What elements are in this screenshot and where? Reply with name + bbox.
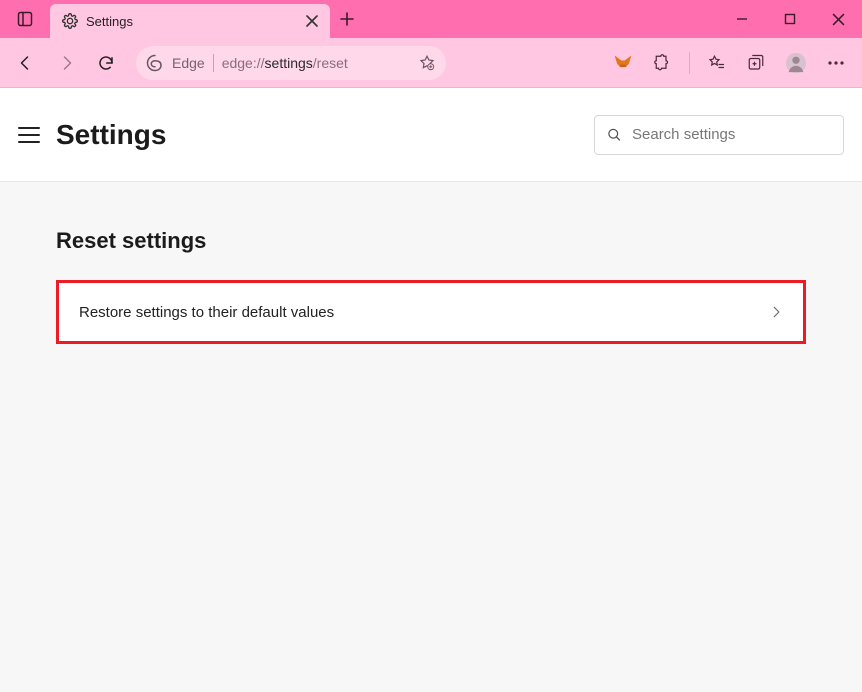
browser-tab[interactable]: Settings — [50, 4, 330, 38]
back-button[interactable] — [8, 45, 44, 81]
profile-button[interactable] — [778, 45, 814, 81]
close-window-button[interactable] — [814, 0, 862, 38]
star-plus-icon — [418, 54, 436, 72]
ellipsis-icon — [827, 60, 845, 66]
extensions-button[interactable] — [645, 45, 681, 81]
page-header: Settings — [0, 88, 862, 182]
restore-defaults-label: Restore settings to their default values — [79, 304, 334, 321]
arrow-left-icon — [17, 54, 35, 72]
url-suffix: /reset — [313, 55, 348, 71]
tab-close-button[interactable] — [306, 15, 318, 27]
address-brand: Edge — [172, 55, 205, 71]
arrow-right-icon — [57, 54, 75, 72]
window-controls — [718, 0, 862, 38]
settings-menu-button[interactable] — [18, 124, 40, 146]
menu-button[interactable] — [818, 45, 854, 81]
close-icon — [832, 13, 845, 26]
titlebar: Settings — [0, 0, 862, 38]
address-url: edge://settings/reset — [222, 55, 348, 71]
maximize-icon — [784, 13, 796, 25]
new-tab-button[interactable] — [330, 0, 364, 38]
fox-icon — [613, 53, 633, 73]
search-settings-box[interactable] — [594, 115, 844, 155]
section-title: Reset settings — [56, 228, 806, 254]
address-bar[interactable]: Edge edge://settings/reset — [136, 46, 446, 80]
minimize-icon — [736, 13, 748, 25]
close-icon — [306, 15, 318, 27]
tab-actions-icon — [17, 11, 33, 27]
url-prefix: edge:// — [222, 55, 265, 71]
toolbar: Edge edge://settings/reset — [0, 38, 862, 88]
search-settings-input[interactable] — [632, 126, 831, 143]
refresh-button[interactable] — [88, 45, 124, 81]
settings-content: Reset settings Restore settings to their… — [0, 182, 862, 390]
toolbar-divider — [689, 52, 690, 74]
avatar-icon — [785, 52, 807, 74]
restore-defaults-option[interactable]: Restore settings to their default values — [56, 280, 806, 344]
minimize-button[interactable] — [718, 0, 766, 38]
collections-icon — [747, 54, 765, 72]
site-permissions-button[interactable] — [418, 54, 436, 72]
maximize-button[interactable] — [766, 0, 814, 38]
page-title: Settings — [56, 119, 166, 151]
extension-metamask-button[interactable] — [605, 45, 641, 81]
tab-title: Settings — [86, 14, 298, 29]
collections-button[interactable] — [738, 45, 774, 81]
star-lines-icon — [707, 54, 725, 72]
address-separator — [213, 54, 214, 72]
refresh-icon — [97, 54, 115, 72]
puzzle-icon — [654, 54, 672, 72]
gear-icon — [62, 13, 78, 29]
edge-logo-icon — [146, 54, 164, 72]
forward-button[interactable] — [48, 45, 84, 81]
url-strong: settings — [265, 55, 313, 71]
plus-icon — [339, 11, 355, 27]
chevron-right-icon — [769, 305, 783, 319]
tab-actions-button[interactable] — [0, 0, 50, 38]
search-icon — [607, 126, 622, 144]
favorites-button[interactable] — [698, 45, 734, 81]
